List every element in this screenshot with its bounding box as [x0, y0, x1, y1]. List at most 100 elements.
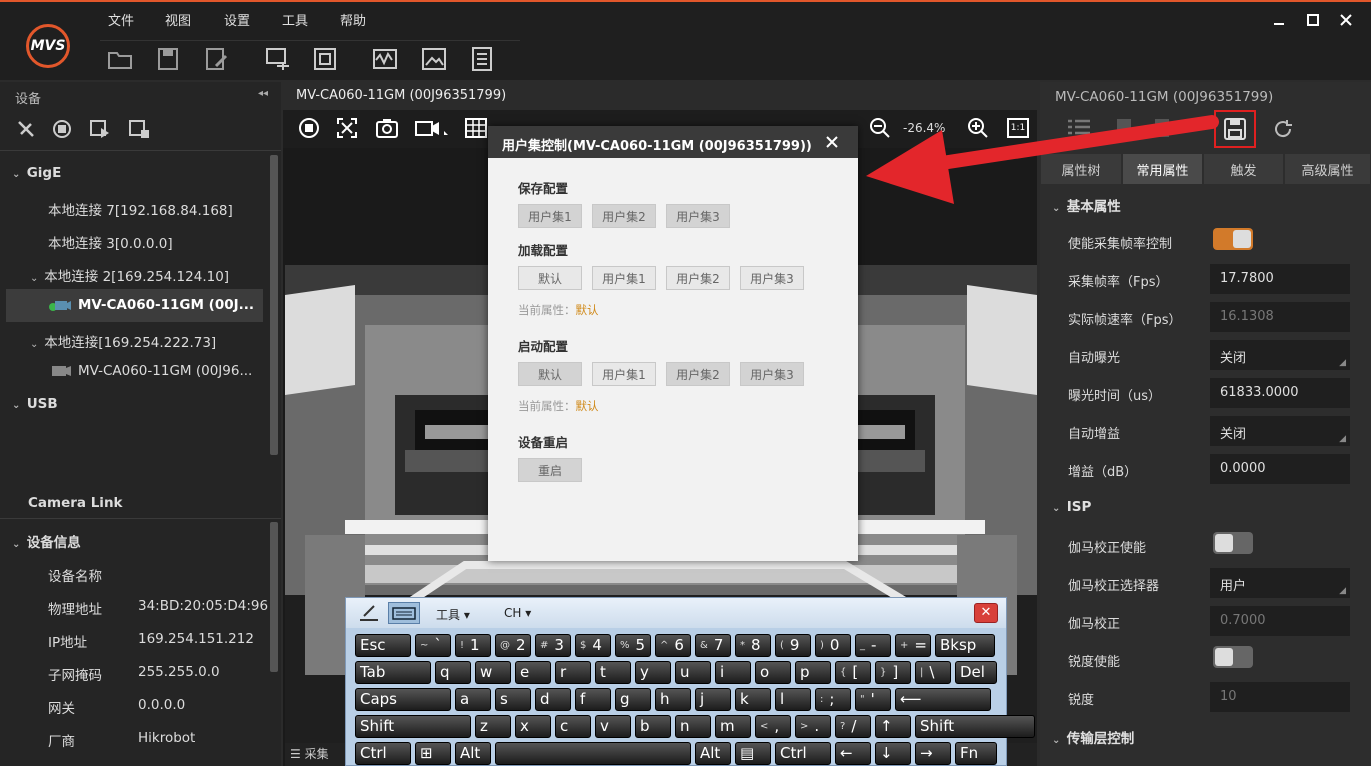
key[interactable]: " ' [855, 688, 891, 711]
key[interactable] [495, 742, 691, 765]
key[interactable]: ? / [835, 715, 871, 738]
key[interactable]: * 8 [735, 634, 771, 657]
menu-file[interactable]: 文件 [108, 10, 134, 29]
maximize-icon[interactable] [1305, 12, 1321, 28]
tree-scrollbar[interactable] [270, 155, 278, 455]
key[interactable]: }] [875, 661, 911, 684]
info-scrollbar[interactable] [270, 522, 278, 672]
tree-item-connection-local[interactable]: ⌄ 本地连接[169.254.222.73] [30, 331, 216, 351]
key[interactable]: & 7 [695, 634, 731, 657]
key[interactable]: ! 1 [455, 634, 491, 657]
key[interactable]: Alt [695, 742, 731, 765]
key[interactable]: h [655, 688, 691, 711]
key[interactable]: v [595, 715, 631, 738]
key[interactable]: Fn [955, 742, 997, 765]
key[interactable]: :; [815, 688, 851, 711]
key[interactable]: ^ 6 [655, 634, 691, 657]
handwriting-icon[interactable] [358, 604, 380, 622]
key[interactable]: f [575, 688, 611, 711]
key[interactable]: w [475, 661, 511, 684]
key[interactable]: ↓ [875, 742, 911, 765]
startup-userset1-button[interactable]: 用户集1 [592, 362, 656, 386]
load-userset3-button[interactable]: 用户集3 [740, 266, 804, 290]
grid-icon[interactable] [464, 117, 488, 139]
image-edit-icon[interactable] [421, 46, 447, 72]
auto-exposure-select[interactable]: 关闭 ◢ [1210, 340, 1350, 370]
key[interactable]: Esc [355, 634, 411, 657]
gamma-selector-select[interactable]: 用户 ◢ [1210, 568, 1350, 598]
key[interactable]: Alt [455, 742, 491, 765]
tab-advanced-properties[interactable]: 高级属性 [1285, 154, 1371, 184]
key[interactable]: Ctrl [355, 742, 411, 765]
group-transport-layer[interactable]: ⌄ 传输层控制 [1052, 727, 1134, 747]
tree-group-camera-link[interactable]: Camera Link [28, 495, 123, 511]
collapse-panel-icon[interactable]: ◂◂ [258, 88, 268, 99]
key[interactable]: o [755, 661, 791, 684]
key[interactable]: Shift [915, 715, 1035, 738]
key[interactable]: >. [795, 715, 831, 738]
minimize-icon[interactable] [1271, 12, 1287, 28]
key[interactable]: n [675, 715, 711, 738]
key[interactable]: Caps [355, 688, 451, 711]
device-list-icon[interactable] [265, 46, 291, 72]
gamma-enable-toggle[interactable] [1213, 532, 1253, 554]
key[interactable]: Del [955, 661, 997, 684]
key[interactable]: ) 0 [815, 634, 851, 657]
key[interactable]: c [555, 715, 591, 738]
keyboard-tools-menu[interactable]: 工具 ▾ [436, 606, 470, 623]
close-window-icon[interactable] [1338, 12, 1354, 28]
key[interactable]: y [635, 661, 671, 684]
key[interactable]: s [495, 688, 531, 711]
stop-icon[interactable] [52, 119, 72, 139]
document-list-icon[interactable] [469, 46, 495, 72]
key[interactable]: l [775, 688, 811, 711]
tree-item-connection-7[interactable]: 本地连接 7[192.168.84.168] [48, 199, 233, 219]
key[interactable]: ▤ [735, 742, 771, 765]
stop-preview-icon[interactable] [298, 117, 320, 139]
key[interactable]: _ - [855, 634, 891, 657]
key[interactable]: Tab [355, 661, 431, 684]
reboot-button[interactable]: 重启 [518, 458, 582, 482]
exposure-time-input[interactable]: 61833.0000 [1210, 378, 1350, 408]
key[interactable]: m [715, 715, 751, 738]
load-default-button[interactable]: 默认 [518, 266, 582, 290]
key[interactable]: #3 [535, 634, 571, 657]
fullscreen-icon[interactable] [312, 46, 338, 72]
key[interactable]: + = [895, 634, 931, 657]
key[interactable]: ↑ [875, 715, 911, 738]
startup-userset2-button[interactable]: 用户集2 [666, 362, 730, 386]
key[interactable]: ⊞ [415, 742, 451, 765]
key[interactable]: d [535, 688, 571, 711]
floppy-save-icon[interactable] [1223, 117, 1247, 141]
menu-tools[interactable]: 工具 [282, 10, 308, 29]
disconnect-icon[interactable] [16, 119, 36, 139]
key[interactable]: → [915, 742, 951, 765]
image-tab-title[interactable]: MV-CA060-11GM (00J96351799) [296, 88, 506, 103]
menu-view[interactable]: 视图 [165, 10, 191, 29]
device-info-header[interactable]: ⌄ 设备信息 [12, 531, 81, 551]
key[interactable]: k [735, 688, 771, 711]
key[interactable]: i [715, 661, 751, 684]
key[interactable]: {[ [835, 661, 871, 684]
save-userset2-button[interactable]: 用户集2 [592, 204, 656, 228]
key[interactable]: z [475, 715, 511, 738]
sharpness-enable-toggle[interactable] [1213, 646, 1253, 668]
key[interactable]: | \ [915, 661, 951, 684]
key[interactable]: $4 [575, 634, 611, 657]
menu-help[interactable]: 帮助 [340, 10, 366, 29]
key[interactable]: u [675, 661, 711, 684]
dialog-close-icon[interactable] [824, 134, 840, 150]
tree-item-connection-2[interactable]: ⌄ 本地连接 2[169.254.124.10] [30, 265, 229, 285]
tree-group-gige[interactable]: ⌄ GigE [12, 165, 61, 181]
save-userset1-button[interactable]: 用户集1 [518, 204, 582, 228]
load-userset2-button[interactable]: 用户集2 [666, 266, 730, 290]
framerate-enable-toggle[interactable] [1213, 228, 1253, 250]
snapshot-icon[interactable] [375, 117, 399, 139]
key[interactable]: ⟵ [895, 688, 991, 711]
tree-item-connection-3[interactable]: 本地连接 3[0.0.0.0] [48, 232, 173, 252]
keyboard-mode-icon[interactable] [388, 602, 420, 624]
key[interactable]: b [635, 715, 671, 738]
key[interactable]: % 5 [615, 634, 651, 657]
start-grab-icon[interactable] [89, 119, 111, 139]
key[interactable]: @2 [495, 634, 531, 657]
